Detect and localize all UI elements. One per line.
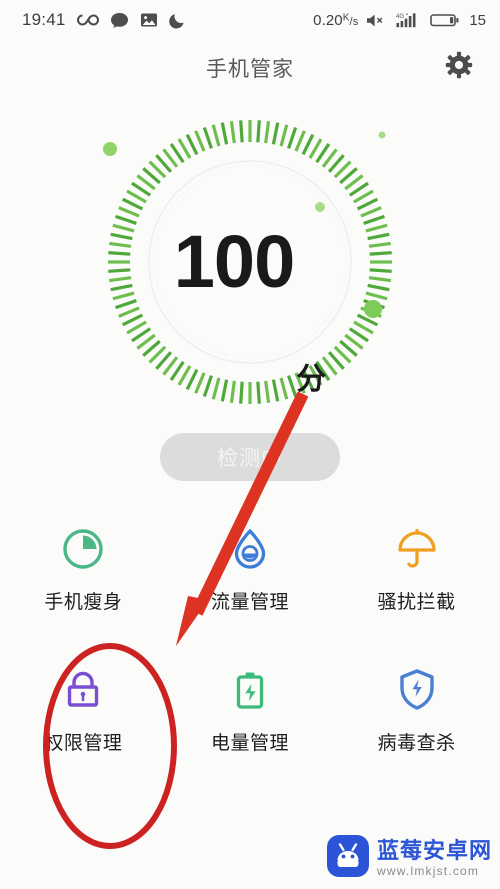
- network-speed-unit-denominator: s: [352, 15, 359, 28]
- feature-battery-manager[interactable]: 电量管理: [167, 666, 334, 755]
- battery-icon: [430, 12, 460, 28]
- water-drop-icon: [226, 525, 274, 573]
- status-time: 19:41: [22, 10, 66, 29]
- battery-percent: 15: [469, 11, 486, 29]
- speaker-mute-icon: [366, 13, 388, 28]
- feature-label: 骚扰拦截: [377, 592, 456, 613]
- pie-chart-icon: [59, 525, 107, 573]
- watermark-text: 蓝莓安卓网 www.lmkjst.com: [376, 838, 492, 878]
- status-bar: 19:41 0.20K/s 4G 15: [0, 0, 500, 40]
- network-speed-unit-numerator: K: [342, 11, 350, 23]
- feature-phone-slimming[interactable]: 手机瘦身: [0, 525, 167, 614]
- watermark-title: 蓝莓安卓网: [376, 838, 492, 863]
- feature-permission-manager[interactable]: 权限管理: [0, 666, 167, 755]
- health-score-ring[interactable]: 100 分: [103, 117, 395, 407]
- photo-icon: [140, 12, 158, 28]
- scan-button-row: 检测中: [0, 433, 500, 481]
- scan-button-label: 检测中: [217, 447, 283, 470]
- shield-icon: [393, 666, 441, 714]
- signal-bars-icon: 4G: [396, 12, 422, 28]
- network-speed-value: 0.20: [313, 11, 343, 29]
- android-mascot-icon: [326, 834, 370, 883]
- lock-icon: [59, 666, 107, 714]
- settings-button[interactable]: [444, 51, 474, 84]
- score-value: 100: [173, 220, 295, 303]
- battery-icon: [226, 666, 274, 714]
- feature-label: 流量管理: [210, 592, 289, 613]
- feature-label: 权限管理: [44, 733, 123, 754]
- signal-network-type: 4G: [396, 14, 404, 20]
- watermark: 蓝莓安卓网 www.lmkjst.com: [326, 834, 492, 883]
- app-header: 手机管家: [0, 40, 500, 95]
- umbrella-icon: [393, 525, 441, 573]
- status-bar-left: 19:41: [22, 10, 186, 30]
- score-unit: 分: [296, 363, 327, 396]
- chat-bubble-icon: [110, 12, 129, 29]
- feature-label: 电量管理: [210, 733, 289, 754]
- status-bar-right: 0.20K/s 4G 15: [313, 12, 486, 29]
- watermark-url: www.lmkjst.com: [376, 864, 480, 878]
- moon-icon: [168, 12, 186, 29]
- infinity-icon: [76, 13, 99, 27]
- network-speed: 0.20K/s: [313, 11, 359, 29]
- feature-label: 病毒查杀: [377, 733, 456, 754]
- feature-harassment-block[interactable]: 骚扰拦截: [333, 525, 500, 614]
- feature-virus-scan[interactable]: 病毒查杀: [333, 666, 500, 755]
- feature-label: 手机瘦身: [44, 592, 123, 613]
- score-value-group: 100 分: [105, 117, 395, 407]
- feature-data-usage[interactable]: 流量管理: [167, 525, 334, 614]
- gear-icon: [445, 51, 473, 84]
- feature-grid: 手机瘦身 流量管理 骚扰拦截 权限管理 电量管理 病毒查杀: [0, 525, 500, 755]
- scan-button[interactable]: 检测中: [160, 433, 340, 481]
- page-title: 手机管家: [206, 57, 294, 81]
